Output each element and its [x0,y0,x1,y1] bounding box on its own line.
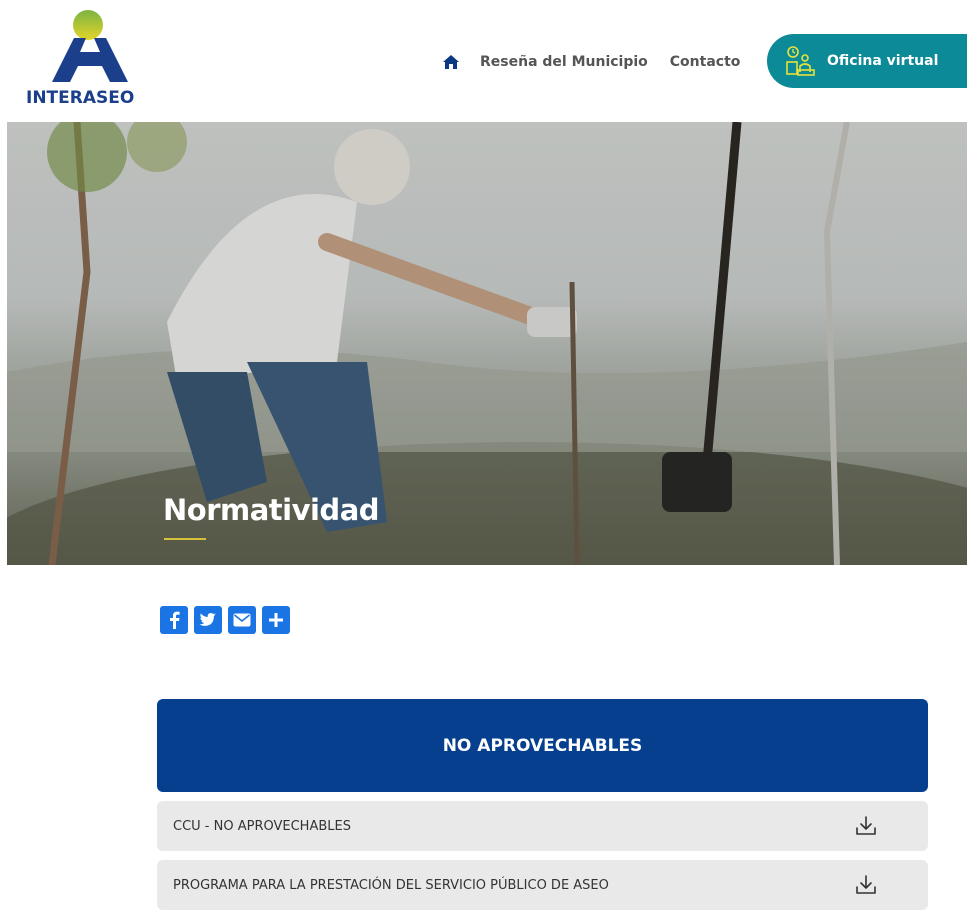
email-icon [233,613,251,627]
facebook-icon [170,611,180,629]
main-nav: Reseña del Municipio Contacto [440,40,762,84]
social-share-bar [160,606,290,634]
more-share-button[interactable] [262,606,290,634]
oficina-virtual-label: Oficina virtual [827,53,939,69]
plus-icon [269,613,283,627]
nav-link-resena[interactable]: Reseña del Municipio [480,54,648,70]
nav-link-contacto[interactable]: Contacto [670,54,741,70]
logo-text: INTERASEO [26,88,135,108]
email-share-button[interactable] [228,606,256,634]
logo-mark [52,10,128,82]
title-underline [164,538,206,540]
twitter-share-button[interactable] [194,606,222,634]
section-header-no-aprovechables: NO APROVECHABLES [157,699,928,792]
home-icon[interactable] [440,51,462,73]
facebook-share-button[interactable] [160,606,188,634]
hero-banner [7,122,967,565]
document-label: PROGRAMA PARA LA PRESTACIÓN DEL SERVICIO… [173,877,609,893]
interaseo-logo[interactable]: INTERASEO [26,8,152,110]
document-label: CCU - NO APROVECHABLES [173,818,351,834]
hero-image [7,122,967,565]
page-title: Normatividad [163,493,380,527]
oficina-virtual-button[interactable]: Oficina virtual [767,34,967,88]
twitter-icon [199,613,216,626]
site-header: INTERASEO Reseña del Municipio Contacto … [0,0,967,122]
document-row[interactable]: PROGRAMA PARA LA PRESTACIÓN DEL SERVICIO… [157,860,928,910]
download-icon[interactable] [854,873,878,897]
download-icon[interactable] [854,814,878,838]
virtual-office-icon [786,46,815,76]
document-row[interactable]: CCU - NO APROVECHABLES [157,801,928,851]
section-title: NO APROVECHABLES [442,735,643,756]
